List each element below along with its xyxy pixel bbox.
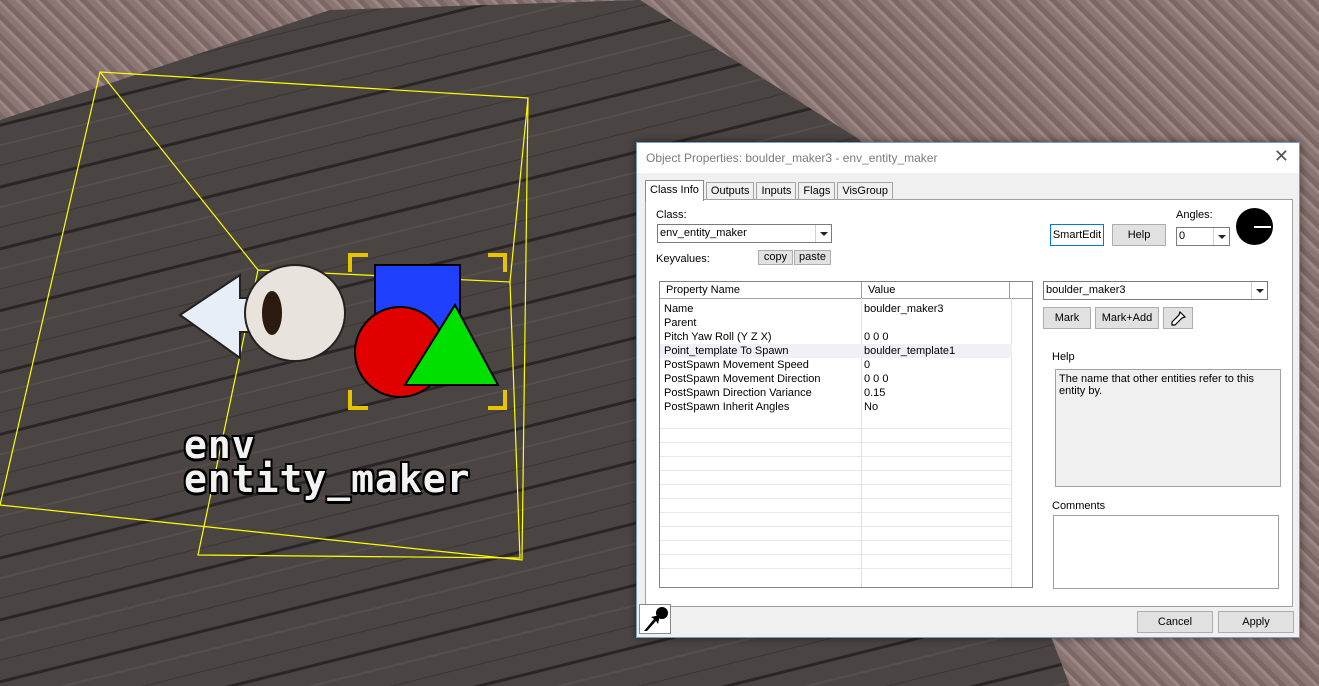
tab-outputs[interactable]: Outputs: [705, 182, 755, 200]
angles-compass-icon[interactable]: [1236, 208, 1273, 245]
grid-line: [660, 526, 1012, 527]
angles-label: Angles:: [1176, 209, 1213, 221]
table-row[interactable]: Point_template To Spawn boulder_template1: [660, 344, 1012, 358]
keyvalues-label: Keyvalues:: [656, 253, 710, 265]
mark-button[interactable]: Mark: [1043, 307, 1091, 329]
class-dropdown[interactable]: env_entity_maker: [657, 224, 832, 243]
grid-line: [660, 428, 1012, 429]
grid-line: [660, 568, 1012, 569]
copy-button[interactable]: copy: [758, 250, 793, 265]
eyedropper-button[interactable]: [1163, 307, 1193, 329]
value-dropdown[interactable]: boulder_maker3: [1043, 281, 1268, 300]
entity-pointer-icon[interactable]: [639, 604, 671, 634]
paste-button[interactable]: paste: [794, 250, 831, 265]
table-row[interactable]: PostSpawn Inherit Angles No: [660, 400, 1012, 414]
grid-line: [660, 554, 1012, 555]
tab-inputs[interactable]: Inputs: [756, 182, 797, 200]
eyedropper-icon: [1171, 310, 1187, 326]
column-header-property-name[interactable]: Property Name: [660, 282, 862, 298]
grid-line: [660, 498, 1012, 499]
grid-header: Property Name Value: [660, 282, 1032, 299]
apply-button[interactable]: Apply: [1218, 611, 1294, 633]
help-text-box: The name that other entities refer to th…: [1055, 369, 1281, 487]
table-row[interactable]: PostSpawn Movement Speed 0: [660, 358, 1012, 372]
tab-class-info[interactable]: Class Info: [645, 180, 704, 201]
keyvalues-grid[interactable]: Property Name Value Name boulder_maker3 P…: [659, 281, 1033, 588]
grid-line: [660, 540, 1012, 541]
chevron-down-icon[interactable]: [815, 225, 831, 242]
table-row[interactable]: Parent: [660, 316, 1012, 330]
angles-value: 0: [1179, 230, 1186, 242]
table-row[interactable]: PostSpawn Direction Variance 0.15: [660, 386, 1012, 400]
tab-visgroup[interactable]: VisGroup: [837, 182, 893, 200]
help-button[interactable]: Help: [1112, 224, 1166, 246]
entity-class-label: env entity_maker: [184, 423, 471, 501]
help-section-label: Help: [1052, 351, 1075, 363]
value-dropdown-value: boulder_maker3: [1046, 284, 1126, 296]
cancel-button[interactable]: Cancel: [1137, 611, 1213, 633]
grid-line: [660, 456, 1012, 457]
smartedit-toggle[interactable]: SmartEdit: [1050, 224, 1104, 246]
window-title: Object Properties: boulder_maker3 - env_…: [646, 151, 938, 165]
grid-line: [660, 512, 1012, 513]
angles-dropdown[interactable]: 0: [1176, 227, 1230, 246]
grid-line: [660, 484, 1012, 485]
chevron-down-icon[interactable]: [1213, 228, 1229, 245]
grid-line: [660, 470, 1012, 471]
column-header-spacer: [1010, 282, 1032, 298]
comments-textarea[interactable]: [1053, 515, 1279, 589]
class-dropdown-value: env_entity_maker: [660, 227, 747, 239]
object-properties-dialog: Object Properties: boulder_maker3 - env_…: [636, 142, 1300, 638]
class-label: Class:: [656, 209, 687, 221]
table-row[interactable]: PostSpawn Movement Direction 0 0 0: [660, 372, 1012, 386]
mark-add-button[interactable]: Mark+Add: [1095, 307, 1159, 329]
chevron-down-icon[interactable]: [1251, 282, 1267, 299]
tab-strip: Class Info Outputs Inputs Flags VisGroup: [645, 180, 895, 201]
grid-line: [660, 442, 1012, 443]
table-row[interactable]: Pitch Yaw Roll (Y Z X) 0 0 0: [660, 330, 1012, 344]
close-icon[interactable]: ✕: [1274, 146, 1289, 167]
comments-label: Comments: [1052, 500, 1106, 512]
table-row[interactable]: Name boulder_maker3: [660, 302, 1012, 316]
tab-flags[interactable]: Flags: [798, 182, 836, 200]
column-header-value[interactable]: Value: [862, 282, 1010, 298]
title-bar[interactable]: Object Properties: boulder_maker3 - env_…: [637, 143, 1299, 173]
